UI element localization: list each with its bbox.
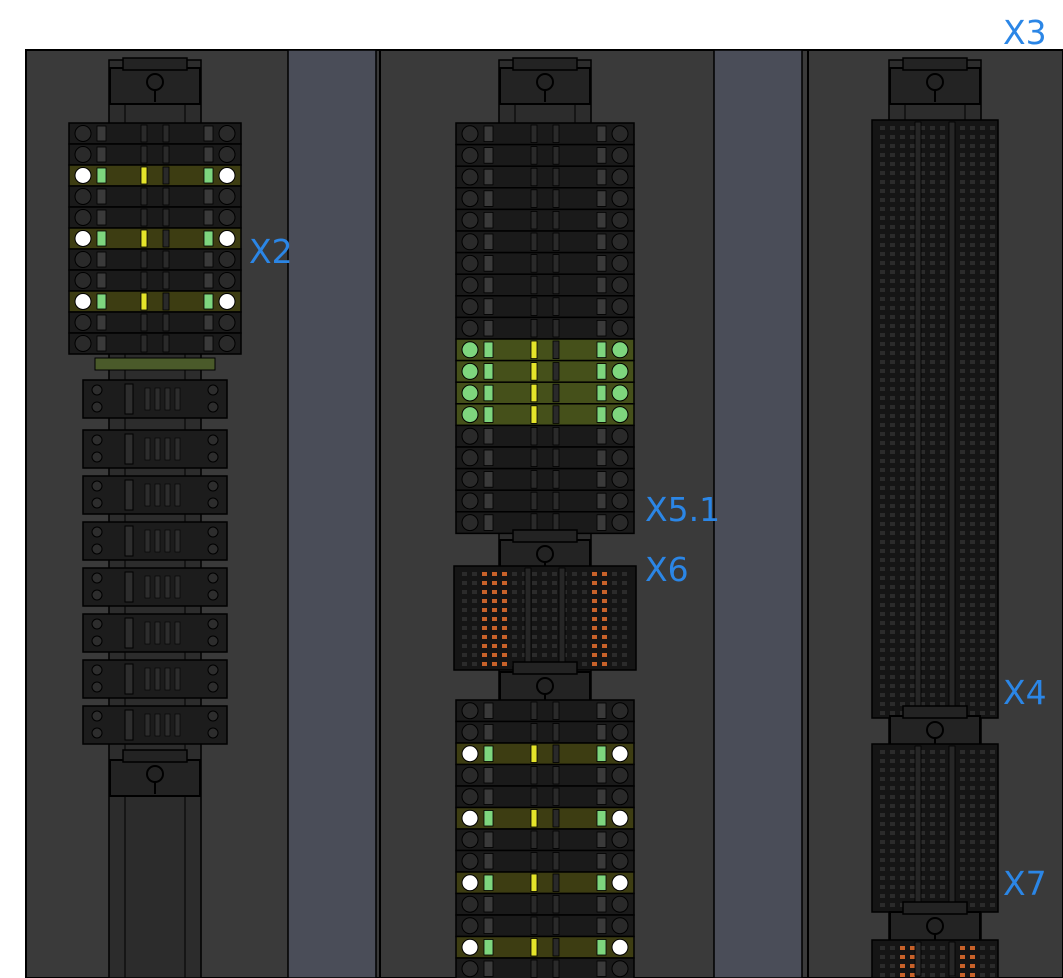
terminal-row: [455, 785, 635, 809]
terminal-row: [455, 424, 635, 448]
terminal-row: [455, 122, 635, 146]
terminal-row: [455, 295, 635, 319]
terminal-row: [455, 828, 635, 852]
terminal-row: [455, 230, 635, 254]
terminal-row: [455, 806, 635, 830]
terminal-row: [455, 143, 635, 167]
terminal-row: [68, 290, 242, 313]
label-x4: X4: [1003, 673, 1047, 712]
terminal-row: [455, 699, 635, 723]
terminal-row: [68, 269, 242, 292]
terminal-row: [455, 446, 635, 470]
terminal-row: [455, 187, 635, 211]
terminal-row: [455, 381, 635, 405]
label-x3: X3: [1003, 13, 1047, 52]
terminal-row: [68, 185, 242, 208]
terminal-row: [455, 763, 635, 787]
dense-terminal-block: [871, 743, 999, 913]
terminal-row: [455, 208, 635, 232]
dense-terminal-block: [453, 565, 637, 671]
terminal-row: [68, 227, 242, 250]
terminal-row: [455, 467, 635, 491]
terminal-module: [82, 521, 228, 561]
dense-terminal-block: [871, 119, 999, 719]
terminal-row: [68, 332, 242, 355]
terminal-row: [455, 403, 635, 427]
label-x6: X6: [645, 550, 689, 589]
terminal-row: [68, 248, 242, 271]
jumper-strip: [94, 357, 216, 371]
terminal-module: [82, 429, 228, 469]
terminal-module: [82, 475, 228, 515]
terminal-row: [455, 935, 635, 959]
terminal-row: [68, 311, 242, 334]
terminal-row: [68, 164, 242, 187]
terminal-row: [455, 720, 635, 744]
terminal-row: [455, 165, 635, 189]
terminal-module: [82, 379, 228, 419]
terminal-row: [455, 316, 635, 340]
terminal-row: [455, 871, 635, 895]
terminal-column-2: [453, 57, 637, 978]
terminal-column-3: [871, 57, 999, 978]
terminal-module: [82, 567, 228, 607]
cabinet-layout-drawing: [25, 49, 1063, 978]
terminal-module: [82, 705, 228, 745]
terminal-row: [68, 206, 242, 229]
terminal-module: [82, 613, 228, 653]
terminal-row: [455, 489, 635, 513]
terminal-row: [68, 143, 242, 166]
terminal-row: [455, 849, 635, 873]
label-x2: X2: [249, 232, 293, 271]
terminal-row: [455, 742, 635, 766]
terminal-module: [82, 659, 228, 699]
terminal-row: [455, 273, 635, 297]
label-x7: X7: [1003, 864, 1047, 903]
wire-duct-right: [713, 49, 803, 978]
dense-terminal-block: [871, 939, 999, 978]
terminal-row: [455, 957, 635, 978]
label-x5-1: X5.1: [645, 490, 721, 529]
terminal-row: [455, 338, 635, 362]
terminal-row: [455, 914, 635, 938]
terminal-row: [455, 251, 635, 275]
terminal-row: [455, 892, 635, 916]
terminal-row: [68, 122, 242, 145]
wire-duct-left: [287, 49, 377, 978]
terminal-row: [455, 359, 635, 383]
